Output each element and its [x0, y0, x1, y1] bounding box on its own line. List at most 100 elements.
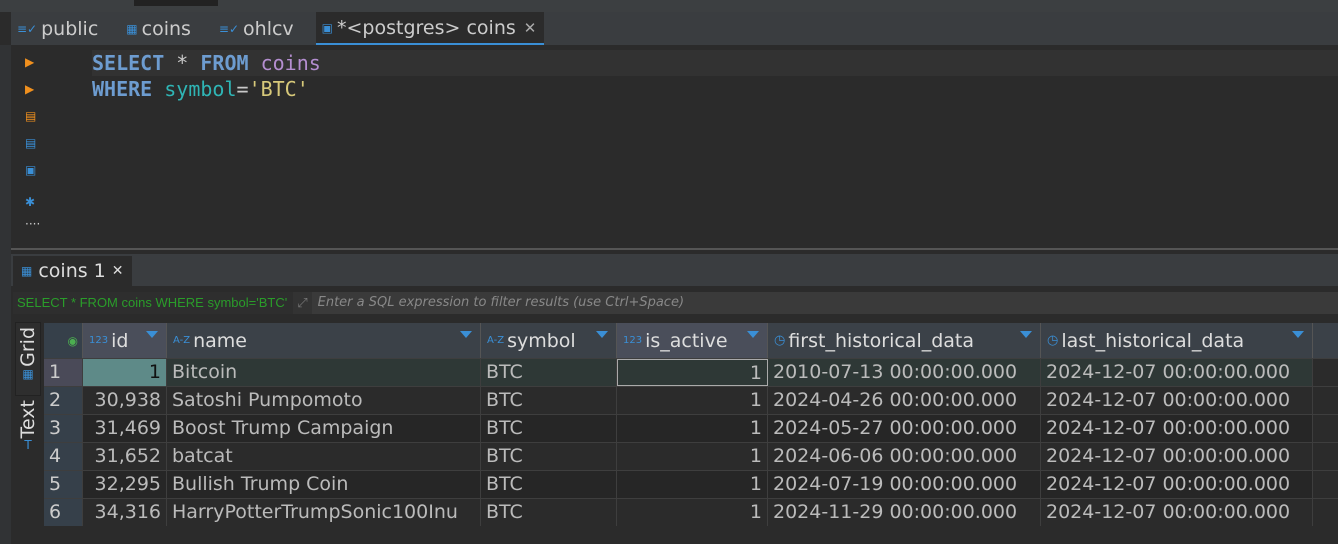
tab-coins[interactable]: ▦ coins — [120, 12, 199, 45]
column-header-id[interactable]: 123 id — [83, 323, 167, 358]
text-type-icon: A-Z — [173, 335, 191, 346]
sql-line-2[interactable]: WHERE symbol='BTC' — [92, 76, 309, 102]
table-cell[interactable]: 32,295 — [83, 471, 167, 498]
table-cell[interactable]: BTC — [481, 387, 617, 414]
row-number[interactable]: 4 — [44, 443, 83, 470]
table-cell[interactable]: 1 — [617, 387, 768, 414]
more-icon[interactable]: ···· — [25, 217, 40, 231]
schema-icon: ≡✓ — [218, 21, 240, 36]
table-cell[interactable]: 2024-12-07 00:00:00.000 — [1041, 499, 1313, 526]
text-icon: T — [24, 438, 32, 453]
filter-input[interactable]: Enter a SQL expression to filter results… — [311, 292, 1338, 314]
sql-line-1[interactable]: SELECT * FROM coins — [92, 50, 1338, 76]
table-row[interactable]: 3 31,469 Boost Trump Campaign BTC 1 2024-05-2… — [44, 414, 1338, 442]
number-type-icon: 123 — [89, 335, 109, 346]
explain-icon[interactable]: ▤ — [25, 136, 36, 150]
table-cell[interactable]: 2024-04-26 00:00:00.000 — [768, 387, 1041, 414]
sort-dropdown-icon[interactable] — [460, 331, 472, 338]
table-cell[interactable]: 34,316 — [83, 499, 167, 526]
text-view-tab[interactable]: Text T — [15, 396, 41, 452]
table-cell[interactable]: 31,469 — [83, 415, 167, 442]
table-cell[interactable]: batcat — [167, 443, 481, 470]
title-bar — [0, 0, 1338, 12]
sort-dropdown-icon[interactable] — [146, 331, 158, 338]
table-cell[interactable]: Boost Trump Campaign — [167, 415, 481, 442]
table-cell[interactable]: 2024-12-07 00:00:00.000 — [1041, 443, 1313, 470]
tab-ohlcv[interactable]: ≡✓ ohlcv — [213, 12, 302, 45]
sql-console-icon: ▣ — [321, 20, 334, 35]
table-cell[interactable]: 2024-06-06 00:00:00.000 — [768, 443, 1041, 470]
tab-sql-console[interactable]: ▣ *<postgres> coins ✕ — [315, 12, 545, 45]
close-icon[interactable]: ✕ — [524, 19, 537, 37]
table-cell[interactable]: 2024-12-07 00:00:00.000 — [1041, 471, 1313, 498]
execute-icon[interactable]: ▶ — [25, 55, 34, 69]
clock-icon: ◷ — [1047, 333, 1059, 348]
table-cell[interactable]: HarryPotterTrumpSonic100Inu — [167, 499, 481, 526]
table-cell[interactable]: 2024-12-07 00:00:00.000 — [1041, 359, 1313, 386]
table-cell[interactable]: BTC — [481, 415, 617, 442]
table-cell[interactable]: 1 — [83, 359, 167, 386]
column-header-is-active[interactable]: 123 is_active — [617, 323, 768, 358]
row-number[interactable]: 6 — [44, 499, 83, 526]
splitter[interactable] — [11, 248, 1338, 250]
table-cell[interactable]: 2024-12-07 00:00:00.000 — [1041, 415, 1313, 442]
select-all-icon[interactable]: ◉ — [44, 323, 83, 358]
table-row[interactable]: 5 32,295 Bullish Trump Coin BTC 1 2024-07-19 … — [44, 470, 1338, 498]
sort-dropdown-icon[interactable] — [596, 331, 608, 338]
table-cell[interactable]: 2010-07-13 00:00:00.000 — [768, 359, 1041, 386]
table-cell[interactable]: 2024-12-07 00:00:00.000 — [1041, 387, 1313, 414]
row-number[interactable]: 1 — [44, 359, 83, 386]
number-type-icon: 123 — [623, 335, 643, 346]
table-row[interactable]: 2 30,938 Satoshi Pumpomoto BTC 1 2024-04-26 0… — [44, 386, 1338, 414]
sql-editor[interactable]: ▶ ▶ ▤ ▤ ▣ ✱ ···· SELECT * FROM coins WHE… — [11, 45, 1338, 248]
expand-icon[interactable]: ⤢ — [293, 296, 311, 311]
table-cell[interactable]: 31,652 — [83, 443, 167, 470]
table-cell[interactable]: Bullish Trump Coin — [167, 471, 481, 498]
tab-public[interactable]: ≡✓ public — [11, 12, 106, 45]
table-row[interactable]: 1 1 Bitcoin BTC 1 2010-07-13 00:00:00.000 2024… — [44, 358, 1338, 386]
editor-tabs: ≡✓ public ▦ coins ≡✓ ohlcv ▣ *<postgres> coi… — [11, 12, 1338, 45]
execute-script-icon[interactable]: ▤ — [25, 109, 36, 123]
table-cell[interactable]: BTC — [481, 359, 617, 386]
column-header-first-historical-data[interactable]: ◷ first_historical_data — [768, 323, 1041, 358]
grid-icon: ▦ — [21, 264, 33, 278]
grid-view-tab[interactable]: Grid ▦ — [15, 322, 41, 396]
table-cell[interactable]: 1 — [617, 359, 768, 386]
table-cell[interactable]: 2024-05-27 00:00:00.000 — [768, 415, 1041, 442]
console-icon[interactable]: ▣ — [25, 163, 36, 177]
row-number[interactable]: 2 — [44, 387, 83, 414]
settings-icon[interactable]: ✱ — [25, 195, 35, 209]
column-header-last-historical-data[interactable]: ◷ last_historical_data — [1041, 323, 1313, 358]
table-cell[interactable]: Bitcoin — [167, 359, 481, 386]
grid-header: ◉ 123 id A-Z name A-Z symbol 123 is_active ◷… — [44, 323, 1338, 358]
table-cell[interactable]: Satoshi Pumpomoto — [167, 387, 481, 414]
editor-toolbar: ▶ ▶ ▤ ▤ ▣ ✱ ···· — [11, 45, 51, 248]
table-cell[interactable]: BTC — [481, 443, 617, 470]
column-header-name[interactable]: A-Z name — [167, 323, 481, 358]
execute-new-tab-icon[interactable]: ▶ — [25, 82, 34, 96]
sort-dropdown-icon[interactable] — [747, 331, 759, 338]
table-cell[interactable]: 1 — [617, 415, 768, 442]
table-cell[interactable]: 2024-11-29 00:00:00.000 — [768, 499, 1041, 526]
sort-dropdown-icon[interactable] — [1020, 331, 1032, 338]
row-number[interactable]: 3 — [44, 415, 83, 442]
table-cell[interactable]: 30,938 — [83, 387, 167, 414]
table-row[interactable]: 6 34,316 HarryPotterTrumpSonic100Inu BTC 1 20… — [44, 498, 1338, 526]
sort-dropdown-icon[interactable] — [1292, 331, 1304, 338]
close-icon[interactable]: ✕ — [112, 263, 124, 279]
row-number[interactable]: 5 — [44, 471, 83, 498]
table-row[interactable]: 4 31,652 batcat BTC 1 2024-06-06 00:00:00.000… — [44, 442, 1338, 470]
results-grid: ◉ 123 id A-Z name A-Z symbol 123 is_active ◷… — [44, 323, 1338, 526]
table-cell[interactable]: 2024-07-19 00:00:00.000 — [768, 471, 1041, 498]
table-cell[interactable]: 1 — [617, 499, 768, 526]
tab-results-coins-1[interactable]: ▦ coins 1 ✕ — [13, 256, 132, 286]
filter-bar: SELECT * FROM coins WHERE symbol='BTC' ⤢… — [13, 292, 1338, 314]
column-header-symbol[interactable]: A-Z symbol — [481, 323, 617, 358]
table-cell[interactable]: BTC — [481, 499, 617, 526]
query-text: SELECT * FROM coins WHERE symbol='BTC' — [13, 292, 294, 314]
table-cell[interactable]: BTC — [481, 471, 617, 498]
table-cell[interactable]: 1 — [617, 443, 768, 470]
table-cell[interactable]: 1 — [617, 471, 768, 498]
text-type-icon: A-Z — [487, 335, 505, 346]
clock-icon: ◷ — [774, 333, 786, 348]
